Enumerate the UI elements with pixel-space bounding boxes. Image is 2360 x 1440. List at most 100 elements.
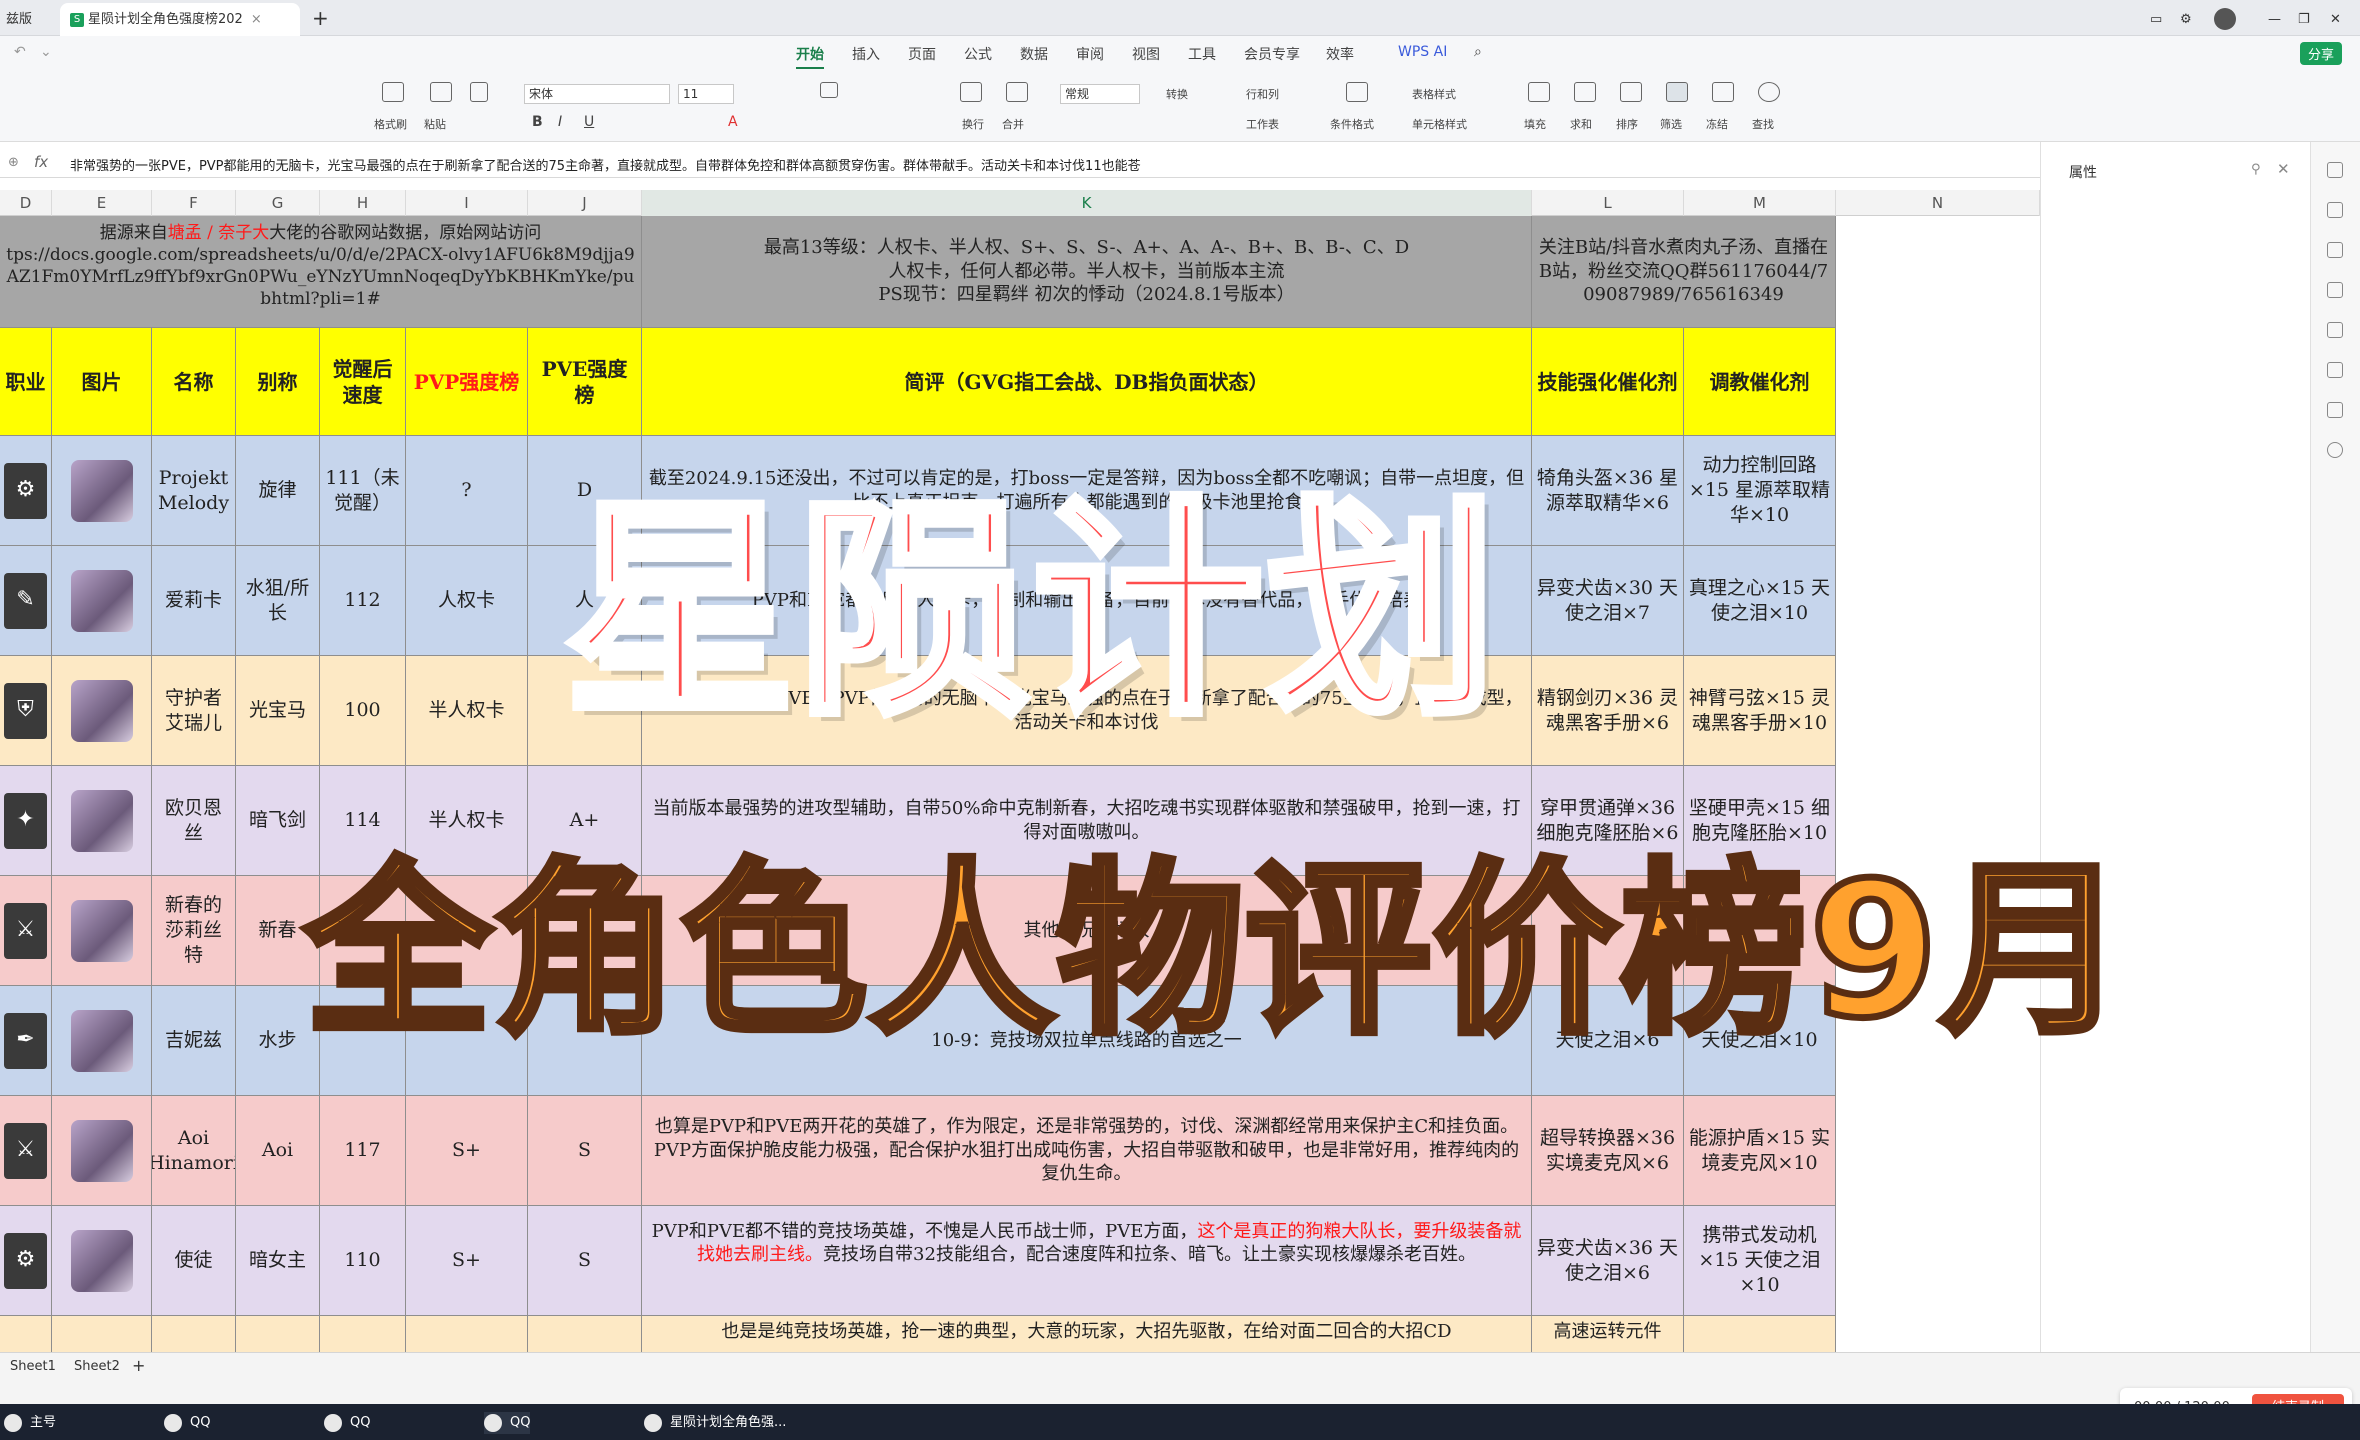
cell-job[interactable]: ⛨ [0, 656, 52, 766]
col-header-m[interactable]: M [1684, 190, 1836, 216]
header-alias[interactable]: 别称 [236, 328, 320, 436]
cell-speed[interactable]: 117 [320, 1096, 406, 1206]
cell-name[interactable]: 使徒 [152, 1206, 236, 1316]
col-header-e[interactable]: E [52, 190, 152, 216]
tab-active-document[interactable]: S 星陨计划全角色强度榜202 × [60, 3, 300, 36]
cell-job[interactable]: ✎ [0, 546, 52, 656]
close-window-icon[interactable]: ✕ [2330, 3, 2341, 36]
cell-speed[interactable]: 110 [320, 1206, 406, 1316]
find-icon[interactable] [1758, 82, 1780, 102]
col-header-k[interactable]: K [642, 190, 1532, 216]
align-top-icon[interactable] [820, 82, 838, 98]
font-name-select[interactable]: 宋体 [524, 84, 670, 104]
new-tab-button[interactable]: + [312, 3, 329, 36]
col-header-f[interactable]: F [152, 190, 236, 216]
cell-portrait[interactable] [52, 876, 152, 986]
cell-train-catalyst[interactable]: 动力控制回路×15 星源萃取精华×10 [1684, 436, 1836, 546]
header-speed[interactable]: 觉醒后速度 [320, 328, 406, 436]
cell-cut[interactable] [1684, 1316, 1836, 1356]
cell-skill-catalyst[interactable]: 异变犬齿×36 天使之泪×6 [1532, 1206, 1684, 1316]
taskbar-item-qq-1[interactable]: QQ [164, 1412, 210, 1434]
cell-skill-catalyst[interactable]: 犄角头盔×36 星源萃取精华×6 [1532, 436, 1684, 546]
italic-button[interactable]: I [558, 114, 562, 130]
ribbon-tab-view[interactable]: 视图 [1132, 44, 1160, 64]
select-icon[interactable] [2327, 202, 2343, 218]
cell-style-button[interactable]: 单元格样式 [1412, 116, 1467, 132]
header-pvp[interactable]: PVP强度榜 [406, 328, 528, 436]
help-icon[interactable] [2327, 442, 2343, 458]
cut-icon[interactable] [470, 82, 488, 102]
cell-cut[interactable] [236, 1316, 320, 1356]
cell-job[interactable]: ⚔ [0, 1096, 52, 1206]
minimize-panel-icon[interactable] [2327, 162, 2343, 178]
taskbar-item-wps[interactable]: 星陨计划全角色强... [644, 1412, 804, 1434]
header-skill-catalyst[interactable]: 技能强化催化剂 [1532, 328, 1684, 436]
taskbar-item-qq-3[interactable]: QQ [484, 1412, 531, 1434]
conditional-format-icon[interactable] [1346, 82, 1368, 102]
cell-empty[interactable] [1836, 216, 2040, 328]
cell-speed[interactable]: 111（未觉醒） [320, 436, 406, 546]
cell-job[interactable]: ⚙ [0, 1206, 52, 1316]
restore-icon[interactable]: ❐ [2298, 3, 2310, 36]
ribbon-tab-tools[interactable]: 工具 [1188, 44, 1216, 64]
header-pve[interactable]: PVE强度榜 [528, 328, 642, 436]
cell-alias[interactable]: 旋律 [236, 436, 320, 546]
cell-skill-catalyst[interactable]: 精钢剑刃×36 灵魂黑客手册×6 [1532, 656, 1684, 766]
col-header-n[interactable]: N [1836, 190, 2040, 216]
cell-pvp[interactable]: 半人权卡 [406, 656, 528, 766]
header-review[interactable]: 简评（GVG指工会战、DB指负面状态） [642, 328, 1532, 436]
cell-cut[interactable] [0, 1316, 52, 1356]
close-tab-icon[interactable]: × [251, 12, 262, 27]
cell-skill-catalyst[interactable]: 超导转换器×36 实境麦克风×6 [1532, 1096, 1684, 1206]
cell-pvp[interactable]: S+ [406, 1206, 528, 1316]
cell-cut[interactable] [320, 1316, 406, 1356]
close-panel-icon[interactable]: ✕ [2277, 160, 2290, 178]
wps-ai-button[interactable]: WPS AI [1398, 44, 1447, 60]
cell-cut[interactable] [52, 1316, 152, 1356]
pin-icon[interactable]: ⚲ [2251, 162, 2261, 177]
ribbon-tab-member[interactable]: 会员专享 [1244, 44, 1300, 64]
tool-icon[interactable] [2327, 362, 2343, 378]
ribbon-tab-review[interactable]: 审阅 [1076, 44, 1104, 64]
taskbar-item-main[interactable]: 主号 [4, 1412, 56, 1434]
cell-portrait[interactable] [52, 986, 152, 1096]
cell-job[interactable]: ⚔ [0, 876, 52, 986]
style-icon[interactable] [2327, 242, 2343, 258]
cell-cut[interactable] [152, 1316, 236, 1356]
header-job[interactable]: 职业 [0, 328, 52, 436]
rows-cols-button[interactable]: 行和列 [1246, 86, 1279, 102]
cell-train-catalyst[interactable]: 能源护盾×15 实境麦克风×10 [1684, 1096, 1836, 1206]
underline-button[interactable]: U [584, 114, 594, 130]
ribbon-tab-data[interactable]: 数据 [1020, 44, 1048, 64]
sheet-tab-1[interactable]: Sheet1 [10, 1359, 56, 1374]
properties-title[interactable]: 属性 [2069, 162, 2097, 182]
cell-name[interactable]: 吉妮兹 [152, 986, 236, 1096]
cell-cut-review[interactable]: 也是是纯竞技场英雄，抢一速的典型，大意的玩家，大招先驱散，在给对面二回合的大招C… [642, 1316, 1532, 1356]
header-image[interactable]: 图片 [52, 328, 152, 436]
share-button[interactable]: 分享 [2300, 42, 2343, 65]
cell-train-catalyst[interactable]: 神臂弓弦×15 灵魂黑客手册×10 [1684, 656, 1836, 766]
cell-job[interactable]: ⚙ [0, 436, 52, 546]
cell-portrait[interactable] [52, 1096, 152, 1206]
cell-alias[interactable]: Aoi [236, 1096, 320, 1206]
format-painter-icon[interactable] [382, 82, 404, 102]
sheet-tab-2[interactable]: Sheet2 [74, 1359, 120, 1374]
cell-tier-info[interactable]: 最高13等级：人权卡、半人权、S+、S、S-、A+、A、A-、B+、B、B-、C… [642, 216, 1532, 328]
convert-button[interactable]: 转换 [1166, 86, 1188, 102]
ribbon-tab-formula[interactable]: 公式 [964, 44, 992, 64]
cell-train-catalyst[interactable]: 真理之心×15 天使之泪×10 [1684, 546, 1836, 656]
worksheet-button[interactable]: 工作表 [1246, 116, 1279, 132]
col-header-j[interactable]: J [528, 190, 642, 216]
chevron-down-icon[interactable]: ⌄ [40, 44, 52, 60]
cell-follow-info[interactable]: 关注B站/抖音水煮肉丸子汤、直播在B站，粉丝交流QQ群561176044/709… [1532, 216, 1836, 328]
col-header-i[interactable]: I [406, 190, 528, 216]
cell-pve[interactable]: S [528, 1096, 642, 1206]
cell-review[interactable]: PVP和PVE都不错的竞技场英雄，不愧是人民币战士师，PVE方面，这个是真正的狗… [642, 1206, 1532, 1316]
undo-icon[interactable]: ↶ [14, 44, 26, 60]
col-header-d[interactable]: D [0, 190, 52, 216]
cell-train-catalyst[interactable]: 携带式发动机×15 天使之泪×10 [1684, 1206, 1836, 1316]
crop-icon[interactable] [2327, 402, 2343, 418]
number-format-select[interactable]: 常规 [1060, 84, 1140, 104]
header-name[interactable]: 名称 [152, 328, 236, 436]
add-sheet-button[interactable]: + [132, 1356, 145, 1375]
